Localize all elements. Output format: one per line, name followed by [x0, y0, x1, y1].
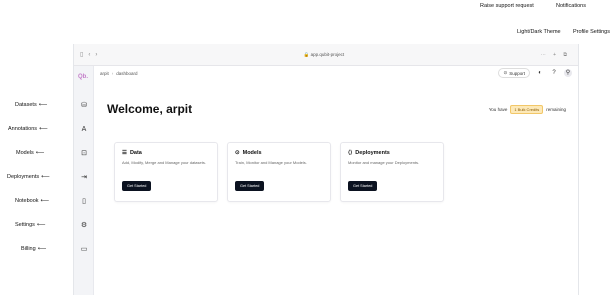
annotations-icon[interactable]: A [80, 126, 88, 134]
models-card-icon: ⊙ [235, 150, 240, 156]
deployments-get-started-button[interactable]: Get Started [348, 181, 378, 191]
credits-badge: 1 Bulk Credits [510, 105, 544, 114]
annotation-deployments: Deployments ⟵ [7, 173, 50, 181]
back-icon[interactable]: ‹ [88, 52, 90, 58]
address-bar[interactable]: 🔒 app.qubit-project [214, 52, 434, 58]
browser-toolbar: ▯ ‹ › 🔒 app.qubit-project ⋯ + ⧉ [74, 44, 578, 66]
credits-status: You have 1 Bulk Credits remaining [488, 105, 566, 114]
card-deployments: ⟨⟩ Deployments Monitor and manage your De… [340, 142, 444, 202]
annotation-datasets: Datasets ⟵ [15, 101, 48, 109]
annotation-profile: Profile Settings [573, 29, 610, 35]
support-button[interactable]: ⊙ Support [498, 68, 530, 78]
breadcrumb-dashboard[interactable]: dashboard [116, 71, 137, 76]
annotation-notifications: Notifications [556, 3, 586, 9]
app-sidebar: Qb. ⛁ A ⊡ ⇥ ▯ ⚙ ▭ [74, 66, 94, 295]
screenshot-stage: Datasets ⟵ Annotations ⟵ Models ⟵ Deploymen… [0, 0, 616, 295]
annotation-theme: Light/Dark Theme [517, 29, 561, 35]
models-get-started-button[interactable]: Get Started [235, 181, 265, 191]
theme-toggle-icon[interactable]: ◐ [536, 69, 544, 77]
app-logo[interactable]: Qb. [78, 74, 88, 80]
annotation-billing: Billing ⟵ [21, 245, 47, 253]
sidebar-toggle-icon[interactable]: ▯ [80, 51, 83, 58]
app-topbar: arpit › dashboard ⊙ Support ◐ ? ⚲ [94, 66, 578, 80]
browser-controls[interactable]: ⋯ + ⧉ [541, 52, 570, 58]
datasets-icon[interactable]: ⛁ [80, 102, 88, 110]
annotation-support: Raise support request [480, 3, 534, 9]
support-icon: ⊙ [503, 70, 508, 75]
settings-icon[interactable]: ⚙ [80, 222, 88, 230]
feature-cards: ☰ Data Add, Modify, Merge and Manage your… [114, 142, 444, 202]
breadcrumb-user[interactable]: arpit [100, 71, 109, 76]
models-icon[interactable]: ⊡ [80, 150, 88, 158]
notebook-icon[interactable]: ▯ [80, 198, 88, 206]
profile-icon[interactable]: ⚲ [564, 69, 572, 77]
deployments-icon[interactable]: ⇥ [80, 174, 88, 182]
annotation-models: Models ⟵ [16, 149, 45, 157]
page-title: Welcome, arpit [107, 102, 193, 116]
billing-icon[interactable]: ▭ [80, 246, 88, 254]
browser-window: ▯ ‹ › 🔒 app.qubit-project ⋯ + ⧉ Qb. ⛁ A … [73, 44, 579, 295]
annotation-notebook: Notebook ⟵ [15, 197, 50, 205]
notifications-icon[interactable]: ? [550, 69, 558, 77]
deployments-card-icon: ⟨⟩ [348, 150, 353, 156]
breadcrumb-separator: › [111, 70, 114, 76]
card-models: ⊙ Models Train, Monitor and Manage your M… [227, 142, 331, 202]
forward-icon[interactable]: › [95, 52, 97, 58]
card-data: ☰ Data Add, Modify, Merge and Manage your… [114, 142, 218, 202]
annotation-settings: Settings ⟵ [15, 221, 46, 229]
annotation-annotations: Annotations ⟵ [8, 125, 48, 133]
data-get-started-button[interactable]: Get Started [122, 181, 152, 191]
topbar-actions: ⊙ Support ◐ ? ⚲ [498, 68, 572, 78]
database-icon: ☰ [122, 150, 127, 156]
